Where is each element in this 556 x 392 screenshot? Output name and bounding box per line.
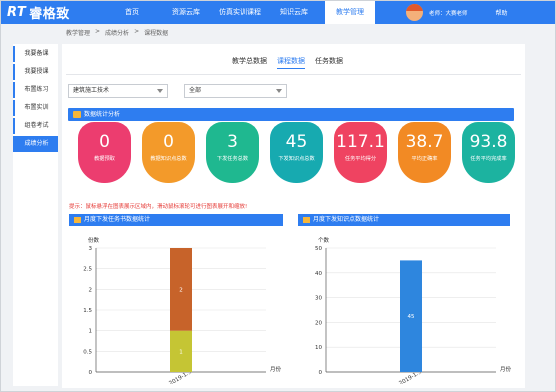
main-nav: 首页 资源云库 仿真实训课程 知识云库 教学管理 bbox=[105, 1, 375, 24]
stat-label: 教据预取 bbox=[94, 156, 115, 162]
stat-value: 0 bbox=[99, 132, 110, 152]
breadcrumb-item-course-data: 课程数据 bbox=[144, 30, 169, 37]
book-icon bbox=[73, 111, 81, 118]
stat-value: 117.1 bbox=[336, 132, 385, 152]
stat-value: 93.8 bbox=[469, 132, 508, 152]
stat-label: 任务平均完成率 bbox=[470, 156, 507, 162]
y-tick-label: 50 bbox=[315, 246, 322, 252]
bar-value-label: 45 bbox=[408, 314, 415, 320]
y-tick-label: 1.5 bbox=[83, 308, 92, 314]
y-tick-label: 2.5 bbox=[83, 267, 92, 273]
course-select[interactable]: 建筑施工技术 bbox=[68, 84, 168, 98]
y-tick-label: 1 bbox=[89, 329, 93, 335]
sidebar: 我要备课 我要授课 布置练习 布置实训 组卷考试 成绩分析 bbox=[13, 44, 58, 386]
range-select-value: 全部 bbox=[189, 87, 202, 94]
course-select-value: 建筑施工技术 bbox=[73, 87, 110, 94]
y-tick-label: 2 bbox=[89, 287, 93, 293]
y-axis-label: 份数 bbox=[88, 236, 100, 244]
stat-value: 0 bbox=[163, 132, 174, 152]
stat-value: 3 bbox=[227, 132, 238, 152]
sidebar-item-prepare[interactable]: 我要备课 bbox=[13, 46, 58, 62]
stat-card-accuracy: 38.7 平均正确率 bbox=[398, 122, 451, 183]
breadcrumb-separator: > bbox=[134, 28, 140, 35]
stat-card-knowledge-issued: 45 下发知识点总数 bbox=[270, 122, 323, 183]
tabs: 教学总数据 课程数据 任务数据 bbox=[232, 56, 343, 69]
y-tick-label: 40 bbox=[315, 271, 322, 277]
logo-text: 睿格致 bbox=[29, 7, 70, 22]
logo-rt: RT bbox=[7, 5, 27, 20]
tab-task-data[interactable]: 任务数据 bbox=[315, 56, 343, 69]
sidebar-item-exam[interactable]: 组卷考试 bbox=[13, 118, 58, 134]
hint-text: 提示：鼠标悬浮在图表展示区域内，滑动鼠标滚轮可进行图表展开和缩放! bbox=[69, 204, 248, 210]
nav-resource-library[interactable]: 资源云库 bbox=[159, 1, 213, 24]
main-panel: 教学总数据 课程数据 任务数据 建筑施工技术 全部 数据统计分析 0 教据预取 … bbox=[62, 44, 525, 388]
help-link[interactable]: 帮助 bbox=[496, 8, 508, 17]
stat-card-knowledge-points: 0 教据知识点总数 bbox=[142, 122, 195, 183]
top-navbar: RT 睿格致 首页 资源云库 仿真实训课程 知识云库 教学管理 老师：大赛老师 … bbox=[1, 1, 555, 24]
bar-value-label: 2 bbox=[179, 287, 183, 293]
knowledge-bar-chart[interactable]: 个数01020304050月份452019-1... bbox=[296, 234, 516, 384]
chart-left-header: 月度下发任务书数据统计 bbox=[69, 214, 283, 226]
tab-course-data[interactable]: 课程数据 bbox=[277, 56, 305, 69]
sidebar-item-exercise[interactable]: 布置练习 bbox=[13, 82, 58, 98]
tasks-bar-chart[interactable]: 份数00.511.522.53月份122019-1... bbox=[66, 234, 286, 384]
user-name: 老师：大赛老师 bbox=[429, 10, 468, 17]
stat-label: 下发知识点总数 bbox=[278, 156, 315, 162]
stat-label: 下发任务总数 bbox=[216, 156, 249, 162]
breadcrumb-item-teaching[interactable]: 教学管理 bbox=[66, 28, 90, 37]
stat-value: 45 bbox=[285, 132, 308, 152]
tab-divider bbox=[66, 74, 521, 75]
stat-label: 教据知识点总数 bbox=[150, 156, 187, 162]
logo[interactable]: RT 睿格致 bbox=[7, 4, 70, 22]
nav-teaching-management[interactable]: 教学管理 bbox=[325, 1, 375, 24]
breadcrumb-item-grade-analysis[interactable]: 成绩分析 bbox=[105, 28, 129, 37]
stat-label: 任务平均得分 bbox=[344, 156, 377, 162]
tab-overall-data[interactable]: 教学总数据 bbox=[232, 56, 267, 69]
chart-left-title: 月度下发任务书数据统计 bbox=[84, 216, 151, 223]
stats-section-title: 数据统计分析 bbox=[84, 111, 121, 118]
y-tick-label: 30 bbox=[315, 296, 322, 302]
y-axis-label: 个数 bbox=[318, 236, 330, 244]
chart-right-title: 月度下发知识点数据统计 bbox=[313, 216, 380, 223]
chart-right-header: 月度下发知识点数据统计 bbox=[298, 214, 510, 226]
x-axis-label: 月份 bbox=[270, 365, 282, 373]
breadcrumb: 教学管理 > 成绩分析 > 课程数据 bbox=[66, 28, 168, 37]
bar-value-label: 1 bbox=[179, 349, 183, 355]
y-tick-label: 0 bbox=[319, 370, 323, 376]
book-icon bbox=[74, 217, 81, 223]
nav-simulation-course[interactable]: 仿真实训课程 bbox=[213, 1, 267, 24]
y-tick-label: 3 bbox=[89, 246, 93, 252]
nav-home[interactable]: 首页 bbox=[105, 1, 159, 24]
sidebar-item-training[interactable]: 布置实训 bbox=[13, 100, 58, 116]
stat-value: 38.7 bbox=[405, 132, 444, 152]
y-tick-label: 20 bbox=[315, 320, 322, 326]
x-axis-label: 月份 bbox=[500, 365, 512, 373]
user-area: 老师：大赛老师 帮助 bbox=[406, 1, 508, 24]
chevron-down-icon bbox=[276, 89, 282, 93]
sidebar-item-teach[interactable]: 我要授课 bbox=[13, 64, 58, 80]
y-tick-label: 0 bbox=[89, 370, 93, 376]
chevron-down-icon bbox=[157, 89, 163, 93]
stat-card-completion: 93.8 任务平均完成率 bbox=[462, 122, 515, 183]
avatar[interactable] bbox=[406, 4, 423, 21]
stat-card-preview: 0 教据预取 bbox=[78, 122, 131, 183]
nav-knowledge-library[interactable]: 知识云库 bbox=[267, 1, 321, 24]
sidebar-item-grade-analysis[interactable]: 成绩分析 bbox=[13, 136, 58, 152]
y-tick-label: 0.5 bbox=[83, 349, 92, 355]
stat-card-avg-score: 117.1 任务平均得分 bbox=[334, 122, 387, 183]
book-icon bbox=[303, 217, 310, 223]
y-tick-label: 10 bbox=[315, 345, 322, 351]
stat-card-tasks-issued: 3 下发任务总数 bbox=[206, 122, 259, 183]
stat-label: 平均正确率 bbox=[411, 156, 438, 162]
breadcrumb-separator: > bbox=[95, 28, 101, 35]
range-select[interactable]: 全部 bbox=[184, 84, 287, 98]
stats-cards: 0 教据预取 0 教据知识点总数 3 下发任务总数 45 下发知识点总数 117… bbox=[78, 122, 518, 194]
stats-section-header: 数据统计分析 bbox=[68, 108, 514, 121]
